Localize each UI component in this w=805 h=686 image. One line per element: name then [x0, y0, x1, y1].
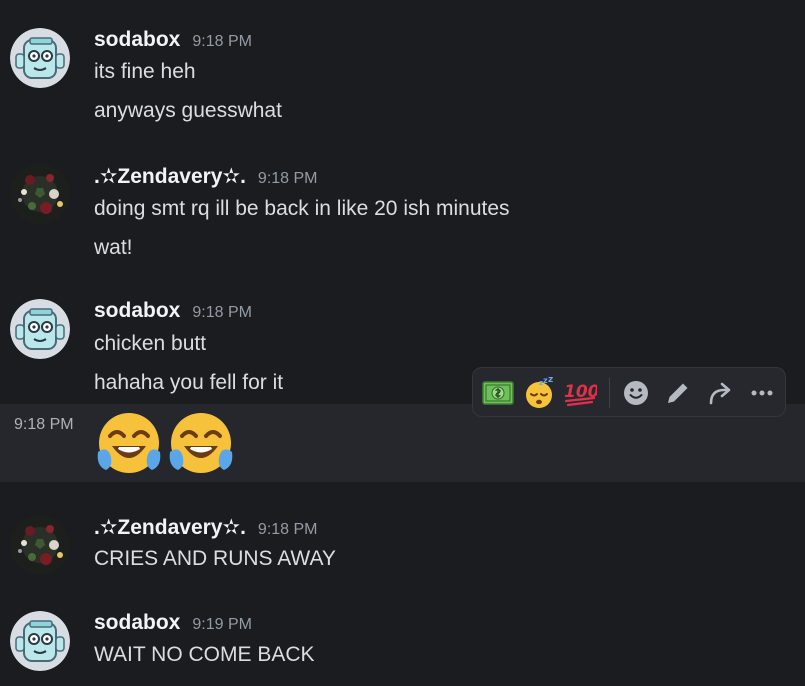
dollar-banknote-emoji[interactable]: [481, 376, 515, 410]
sleeping-face-emoji[interactable]: z z z: [522, 376, 556, 410]
timestamp[interactable]: 9:18 PM: [192, 304, 252, 322]
message-text: hahaha you fell for it: [94, 371, 284, 394]
toolbar-divider: [609, 378, 610, 408]
message-text: doing smt rq ill be back in like 20 ish …: [94, 197, 510, 220]
timestamp[interactable]: 9:18 PM: [258, 521, 318, 539]
username[interactable]: .✫Zendavery✫.: [94, 515, 246, 540]
zendavery-avatar-icon[interactable]: [10, 515, 70, 575]
username[interactable]: sodabox: [94, 299, 180, 323]
message-text: chicken butt: [94, 332, 207, 355]
face-with-tears-of-joy-emoji: [169, 413, 233, 473]
message-text: WAIT NO COME BACK: [94, 643, 315, 666]
timestamp[interactable]: 9:18 PM: [192, 33, 252, 51]
zendavery-avatar-icon[interactable]: [10, 164, 70, 224]
sodabox-avatar-icon[interactable]: [10, 299, 70, 359]
sodabox-avatar-icon[interactable]: [10, 611, 70, 671]
more-icon[interactable]: [745, 376, 779, 410]
username[interactable]: sodabox: [94, 28, 180, 52]
username[interactable]: .✫Zendavery✫.: [94, 164, 246, 189]
timestamp[interactable]: 9:18 PM: [258, 170, 318, 188]
hover-timestamp[interactable]: 9:18 PM: [14, 416, 74, 434]
username[interactable]: sodabox: [94, 611, 180, 635]
message-header: sodabox 9:19 PM: [94, 611, 252, 639]
message-text: anyways guesswhat: [94, 99, 282, 122]
message-text: its fine heh: [94, 60, 196, 83]
edit-icon[interactable]: [661, 376, 695, 410]
face-with-tears-of-joy-emoji: [97, 413, 161, 473]
sodabox-avatar-icon[interactable]: [10, 28, 70, 88]
message-header: .✫Zendavery✫. 9:18 PM: [94, 164, 318, 192]
add-reaction-icon[interactable]: [619, 376, 653, 410]
hundred-points-emoji[interactable]: 100: [563, 376, 597, 410]
message-text: wat!: [94, 236, 133, 259]
message-text: CRIES AND RUNS AWAY: [94, 547, 336, 570]
forward-icon[interactable]: [703, 376, 737, 410]
message-header: sodabox 9:18 PM: [94, 299, 252, 327]
svg-text:z: z: [548, 377, 553, 385]
message-header: sodabox 9:18 PM: [94, 28, 252, 56]
message-header: .✫Zendavery✫. 9:18 PM: [94, 515, 318, 543]
timestamp[interactable]: 9:19 PM: [192, 616, 252, 634]
chat-message-list: sodabox 9:18 PM its fine heh anyways gue…: [0, 0, 805, 686]
message-actions-toolbar: z z z 100: [472, 367, 786, 417]
